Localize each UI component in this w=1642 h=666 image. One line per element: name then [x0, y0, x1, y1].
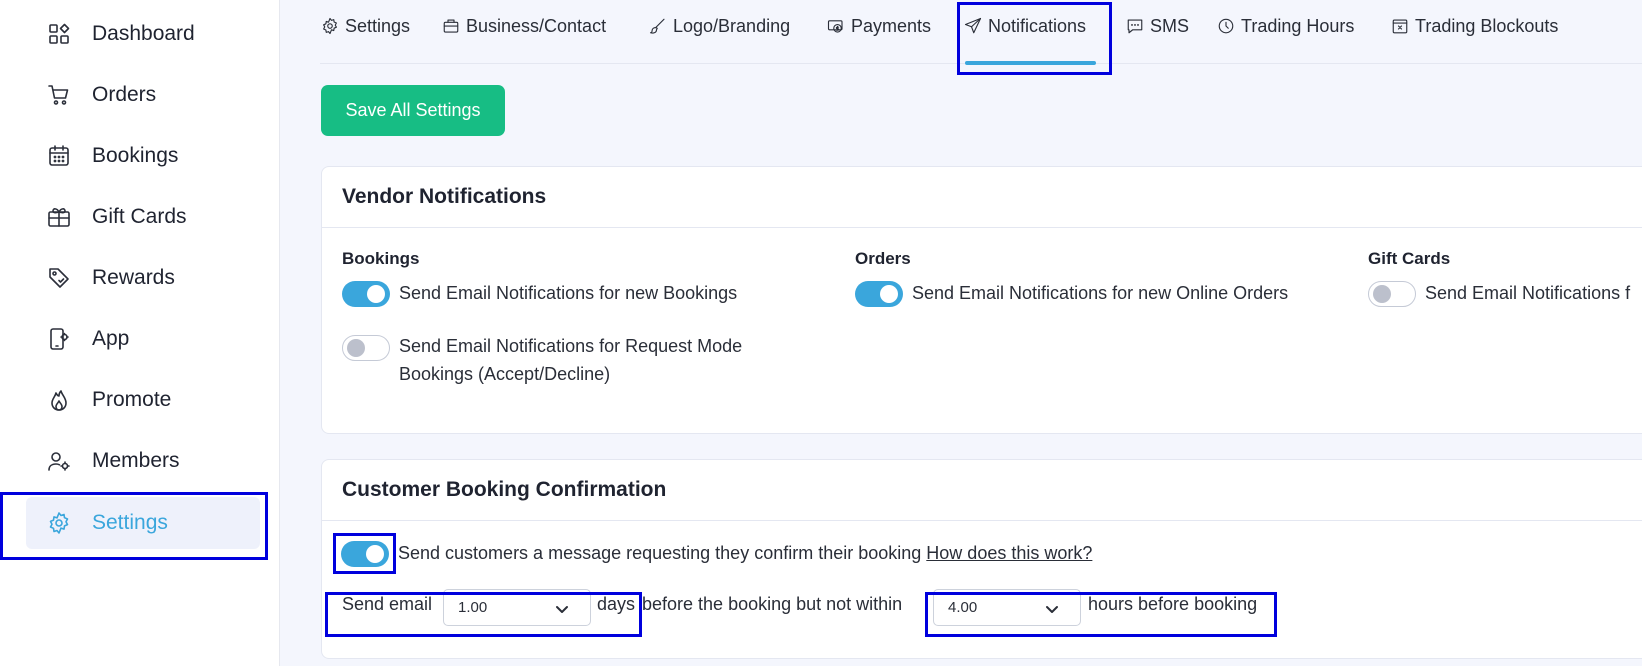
before-booking-text: before the booking but not within	[642, 594, 903, 614]
new-orders-label: Send Email Notifications for new Online …	[912, 283, 1289, 303]
days-select[interactable]: 1.00	[443, 589, 591, 626]
sidebar-item-label: Dashboard	[92, 22, 195, 45]
toggle-knob	[366, 545, 384, 563]
clock-icon	[1216, 16, 1236, 36]
new-bookings-label: Send Email Notifications for new Booking…	[399, 283, 738, 303]
settings-tabs: Settings Business/Contact Logo/Branding …	[320, 0, 1642, 65]
request-mode-bookings-toggle[interactable]	[342, 335, 390, 361]
flame-icon	[46, 387, 72, 413]
tab-label: Notifications	[988, 15, 1087, 36]
user-gear-icon	[46, 448, 72, 474]
calendar-icon	[46, 143, 72, 169]
gift-cards-toggle[interactable]	[1368, 281, 1416, 307]
confirm-booking-toggle[interactable]	[341, 541, 389, 567]
card-title: Customer Booking Confirmation	[342, 478, 667, 501]
new-bookings-toggle[interactable]	[342, 281, 390, 307]
tab-trading-blockouts[interactable]: Trading Blockouts	[1390, 8, 1558, 44]
hours-select[interactable]: 4.00	[933, 589, 1081, 626]
save-all-settings-button[interactable]: Save All Settings	[321, 85, 505, 136]
days-text: days	[597, 594, 636, 614]
tab-notifications[interactable]: Notifications	[963, 8, 1086, 44]
sidebar-item-label: Orders	[92, 83, 157, 106]
tab-sms[interactable]: SMS	[1125, 8, 1189, 44]
toggle-knob	[367, 285, 385, 303]
send-icon	[963, 16, 983, 36]
message-icon	[1125, 16, 1145, 36]
card-title: Vendor Notifications	[342, 185, 547, 208]
tab-settings[interactable]: Settings	[320, 8, 410, 44]
cart-icon	[46, 82, 72, 108]
tag-icon	[46, 265, 72, 291]
how-does-this-work-link[interactable]: How does this work?	[926, 543, 1092, 563]
active-tab-indicator	[965, 61, 1096, 65]
brush-icon	[648, 16, 668, 36]
tab-business-contact[interactable]: Business/Contact	[441, 8, 606, 44]
divider	[322, 520, 1642, 521]
gift-cards-label: Send Email Notifications f	[1425, 283, 1631, 303]
gift-card-icon	[46, 204, 72, 230]
chevron-down-icon	[554, 601, 570, 617]
sidebar-item-bookings[interactable]: Bookings	[26, 130, 260, 182]
sidebar-item-label: Rewards	[92, 266, 175, 289]
send-email-text: Send email	[342, 594, 433, 614]
gear-icon	[320, 16, 340, 36]
sidebar-item-label: Members	[92, 449, 180, 472]
sidebar: Dashboard Orders Bookings Gift Cards Rew…	[0, 0, 280, 666]
sidebar-item-label: Promote	[92, 388, 172, 411]
sidebar-item-members[interactable]: Members	[26, 435, 260, 487]
sidebar-item-dashboard[interactable]: Dashboard	[26, 8, 260, 60]
divider	[322, 227, 1642, 228]
briefcase-icon	[441, 16, 461, 36]
hours-select-value: 4.00	[948, 599, 978, 616]
tab-logo-branding[interactable]: Logo/Branding	[648, 8, 790, 44]
sidebar-item-label: Bookings	[92, 144, 179, 167]
sidebar-item-promote[interactable]: Promote	[26, 374, 260, 426]
tab-label: Payments	[851, 15, 932, 36]
tab-trading-hours[interactable]: Trading Hours	[1216, 8, 1354, 44]
calendar-x-icon	[1390, 16, 1410, 36]
hours-before-booking-text: hours before booking	[1088, 594, 1258, 614]
sidebar-item-label: Gift Cards	[92, 205, 187, 228]
bookings-group-title: Bookings	[342, 249, 420, 268]
toggle-knob	[1373, 285, 1391, 303]
toggle-knob	[347, 339, 365, 357]
sidebar-item-label: Settings	[92, 511, 168, 534]
tab-label: Logo/Branding	[673, 15, 791, 36]
vendor-notifications-card: Vendor Notifications Bookings Send Email…	[321, 166, 1642, 434]
tab-label: Settings	[345, 15, 411, 36]
tab-payments[interactable]: Payments	[826, 8, 931, 44]
phone-settings-icon	[46, 326, 72, 352]
orders-group-title: Orders	[855, 249, 911, 268]
sidebar-item-orders[interactable]: Orders	[26, 69, 260, 121]
sidebar-item-gift-cards[interactable]: Gift Cards	[26, 191, 260, 243]
sidebar-item-app[interactable]: App	[26, 313, 260, 365]
request-mode-label-line1: Send Email Notifications for Request Mod…	[399, 336, 743, 356]
money-icon	[826, 16, 846, 36]
tab-label: Trading Hours	[1241, 15, 1355, 36]
gear-icon	[46, 510, 72, 536]
confirm-booking-label: Send customers a message requesting they…	[398, 539, 1092, 567]
dashboard-icon	[46, 21, 72, 47]
tab-label: Trading Blockouts	[1415, 15, 1559, 36]
sidebar-item-rewards[interactable]: Rewards	[26, 252, 260, 304]
request-mode-label-line2: Bookings (Accept/Decline)	[399, 364, 611, 384]
gift-cards-group-title: Gift Cards	[1368, 249, 1451, 268]
toggle-knob	[880, 285, 898, 303]
chevron-down-icon	[1044, 601, 1060, 617]
sidebar-item-settings[interactable]: Settings	[26, 497, 260, 549]
tab-label: SMS	[1150, 15, 1190, 36]
tab-label: Business/Contact	[466, 15, 607, 36]
confirm-booking-text: Send customers a message requesting they…	[398, 543, 922, 563]
new-orders-toggle[interactable]	[855, 281, 903, 307]
sidebar-item-label: App	[92, 327, 130, 350]
days-select-value: 1.00	[458, 599, 488, 616]
